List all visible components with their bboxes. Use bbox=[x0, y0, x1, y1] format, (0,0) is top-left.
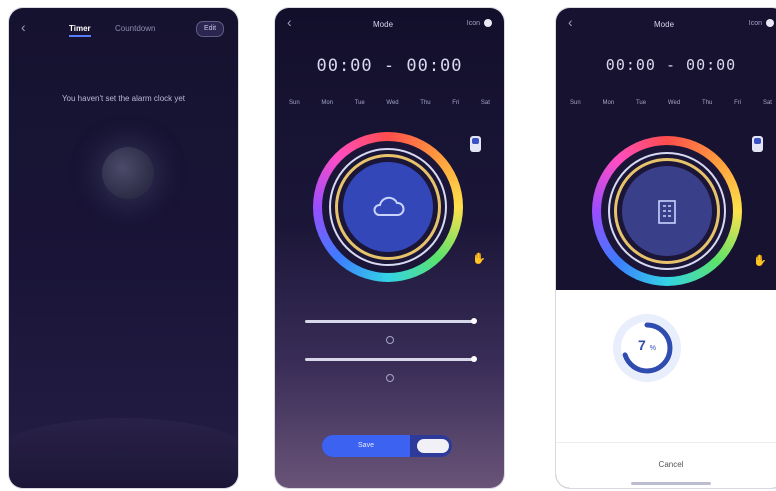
day-fri[interactable]: Fri bbox=[734, 100, 741, 106]
day-mon[interactable]: Mon bbox=[321, 100, 333, 106]
day-sun[interactable]: Sun bbox=[570, 100, 581, 106]
hill-illustration bbox=[9, 418, 238, 488]
cloud-icon bbox=[343, 162, 433, 252]
speed-icon bbox=[386, 374, 394, 382]
day-mon[interactable]: Mon bbox=[603, 100, 615, 106]
back-button[interactable]: ‹ bbox=[21, 19, 26, 35]
tab-timer[interactable]: Timer bbox=[69, 24, 91, 37]
top-right-label[interactable]: Icon bbox=[749, 20, 762, 27]
brightness-slider[interactable] bbox=[305, 318, 477, 324]
home-indicator bbox=[631, 482, 711, 485]
progress-dialog: 7 % Cancel bbox=[556, 290, 776, 488]
gesture-icon[interactable]: ✋ bbox=[472, 252, 486, 265]
weekday-selector: Sun Mon Tue Wed Thu Fri Sat bbox=[289, 100, 490, 106]
color-wheel[interactable] bbox=[592, 136, 742, 286]
day-thu[interactable]: Thu bbox=[702, 100, 712, 106]
day-tue[interactable]: Tue bbox=[636, 100, 646, 106]
color-wheel[interactable] bbox=[313, 132, 463, 282]
progress-percentage: 7 % bbox=[611, 337, 683, 353]
day-wed[interactable]: Wed bbox=[386, 100, 398, 106]
moon-illustration bbox=[102, 147, 154, 199]
edit-button[interactable]: Edit bbox=[196, 21, 224, 37]
time-range[interactable]: 00:00 - 00:00 bbox=[556, 56, 776, 74]
gesture-icon[interactable]: ✋ bbox=[753, 254, 767, 267]
speed-slider[interactable] bbox=[305, 356, 477, 362]
mode-screen-loading: ‹ Mode Icon 00:00 - 00:00 Sun Mon Tue We… bbox=[556, 8, 776, 488]
tab-countdown[interactable]: Countdown bbox=[115, 24, 155, 33]
day-sat[interactable]: Sat bbox=[481, 100, 490, 106]
dialog-divider bbox=[556, 442, 776, 443]
timer-screen: ‹ Timer Countdown Edit You haven't set t… bbox=[9, 8, 238, 488]
toggle-dot-icon[interactable] bbox=[484, 19, 492, 27]
weekday-selector: Sun Mon Tue Wed Thu Fri Sat bbox=[570, 100, 772, 106]
day-thu[interactable]: Thu bbox=[420, 100, 430, 106]
back-button[interactable]: ‹ bbox=[568, 14, 573, 30]
progress-value: 7 bbox=[638, 337, 646, 353]
day-sat[interactable]: Sat bbox=[763, 100, 772, 106]
slider-knob[interactable] bbox=[471, 318, 477, 324]
day-fri[interactable]: Fri bbox=[452, 100, 459, 106]
page-title: Mode bbox=[654, 20, 675, 29]
slider-knob[interactable] bbox=[471, 356, 477, 362]
day-sun[interactable]: Sun bbox=[289, 100, 300, 106]
page-title: Mode bbox=[373, 20, 394, 29]
top-right-label[interactable]: Icon bbox=[467, 20, 480, 27]
mode-toggle[interactable] bbox=[470, 136, 481, 152]
day-tue[interactable]: Tue bbox=[355, 100, 365, 106]
power-toggle[interactable] bbox=[417, 439, 449, 453]
cancel-button[interactable]: Cancel bbox=[556, 460, 776, 469]
toggle-dot-icon[interactable] bbox=[766, 19, 774, 27]
empty-message: You haven't set the alarm clock yet bbox=[61, 94, 186, 103]
mode-toggle[interactable] bbox=[752, 136, 763, 152]
day-wed[interactable]: Wed bbox=[668, 100, 680, 106]
save-button[interactable]: Save bbox=[322, 435, 410, 457]
save-bar: Save bbox=[322, 435, 452, 457]
time-range[interactable]: 00:00 - 00:00 bbox=[275, 56, 504, 76]
mode-screen: ‹ Mode Icon 00:00 - 00:00 Sun Mon Tue We… bbox=[275, 8, 504, 488]
progress-unit: % bbox=[649, 345, 656, 352]
building-icon bbox=[622, 166, 712, 256]
brightness-icon bbox=[386, 336, 394, 344]
progress-indicator: 7 % bbox=[611, 312, 683, 384]
back-button[interactable]: ‹ bbox=[287, 14, 292, 30]
